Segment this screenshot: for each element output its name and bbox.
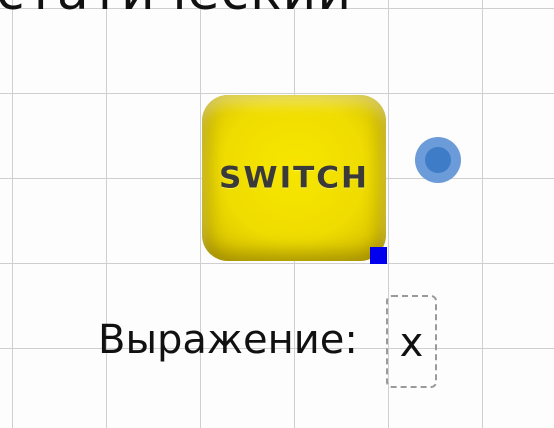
expression-label: Выражение:: [98, 317, 358, 363]
cut-off-title: статический: [0, 0, 352, 18]
connector-dot-inner: [425, 147, 451, 173]
switch-block[interactable]: SWITCH: [202, 95, 386, 261]
connector-dot[interactable]: [415, 137, 461, 183]
resize-handle[interactable]: [370, 247, 387, 264]
expression-value: x: [399, 319, 424, 366]
switch-block-label: SWITCH: [219, 160, 369, 196]
workspace-canvas[interactable]: статический SWITCH Выражение: x: [0, 0, 554, 428]
expression-input[interactable]: x: [386, 295, 437, 388]
